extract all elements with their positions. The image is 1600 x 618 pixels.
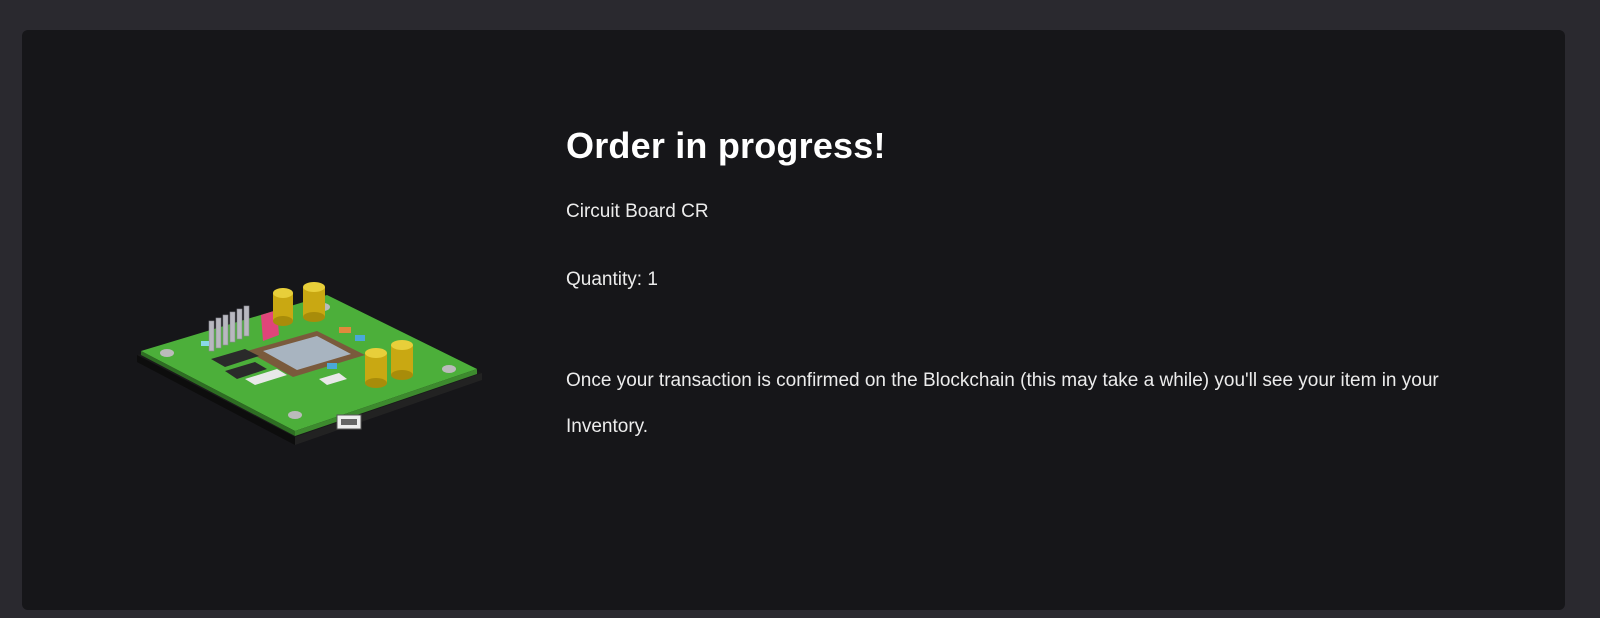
order-details: Order in progress! Circuit Board CR Quan… (566, 116, 1526, 450)
quantity-row: Quantity: 1 (566, 266, 1526, 294)
confirmation-message: Once your transaction is confirmed on th… (566, 370, 1439, 437)
order-title: Order in progress! (566, 125, 886, 166)
quantity-label: Quantity: (566, 269, 643, 290)
order-card: Order in progress! Circuit Board CR Quan… (22, 30, 1565, 610)
item-name: Circuit Board CR (566, 201, 709, 222)
quantity-value: 1 (647, 269, 658, 290)
circuit-board-image (137, 282, 482, 445)
